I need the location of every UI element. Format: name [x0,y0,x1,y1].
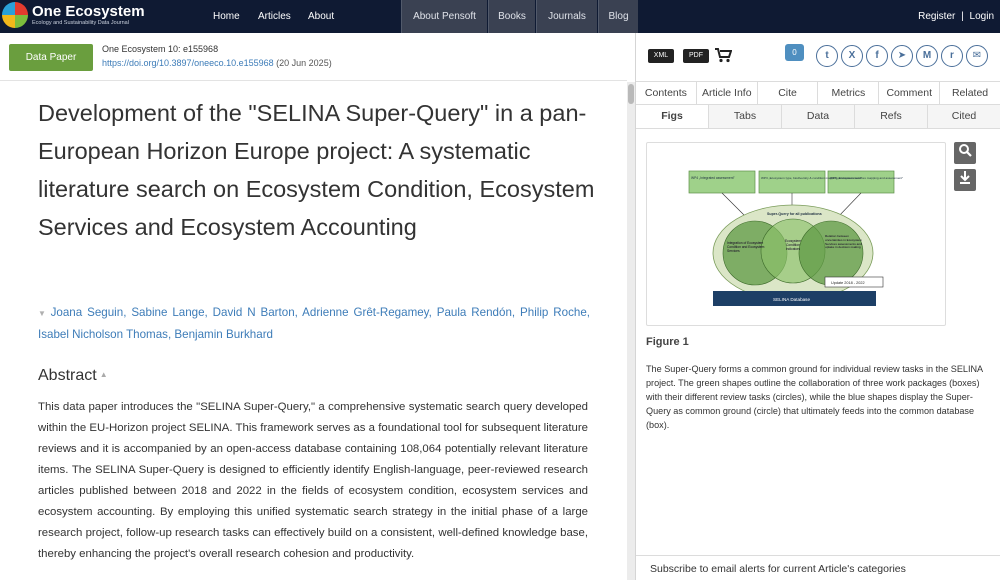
login-link[interactable]: Login [970,11,994,22]
article-body: Development of the "SELINA Super-Query" … [0,82,627,580]
scrollbar-thumb[interactable] [628,84,634,104]
reddit-icon[interactable]: r [941,45,963,67]
nav-home-link[interactable]: Home [213,0,240,33]
update-label: Update 2018 - 2022 [831,281,865,285]
nav-about-pensoft[interactable]: About Pensoft [401,0,487,33]
left-circle-label: Integration of Ecosystem Condition and E… [727,241,765,253]
nav-articles-link[interactable]: Articles [258,0,291,33]
twitter-icon[interactable]: t [816,45,838,67]
separator: | [961,11,964,22]
article-title: Development of the "SELINA Super-Query" … [38,100,595,240]
publication-date: (20 Jun 2025) [273,58,332,68]
article-header-bar: Data Paper One Ecosystem 10: e155968 htt… [0,33,627,81]
telegram-icon[interactable]: ➤ [891,45,913,67]
middle-circle-label: Ecosystem Condition indicators [784,239,802,251]
nav-journals[interactable]: Journals [536,0,597,33]
download-icon[interactable] [954,169,976,191]
tab-cited[interactable]: Cited [928,105,1000,128]
tab-refs[interactable]: Refs [855,105,928,128]
wp4-label: WP4 „Integrated assessment" [691,176,736,180]
facebook-icon[interactable]: f [866,45,888,67]
tab-comment[interactable]: Comment [879,82,941,104]
cart-icon[interactable] [714,47,733,66]
doi-link[interactable]: https://doi.org/10.3897/oneeco.10.e15596… [102,58,274,68]
tab-article-info[interactable]: Article Info [697,82,758,104]
register-link[interactable]: Register [918,11,955,22]
article-scrollbar[interactable] [627,82,635,580]
collapse-caret-icon[interactable]: ▲ [100,370,108,379]
x-icon[interactable]: X [841,45,863,67]
figure-thumbnail[interactable]: WP4 „Integrated assessment" WP3 „Ecosyst… [646,142,946,326]
subscribe-alerts[interactable]: Subscribe to email alerts for current Ar… [636,555,1000,580]
wp4-box [688,170,756,194]
tab-tabs[interactable]: Tabs [709,105,782,128]
zoom-icon[interactable] [954,142,976,164]
side-tabs-secondary: Figs Tabs Data Refs Cited [636,105,1000,129]
nav-about-link[interactable]: About [308,0,334,33]
logo-icon [2,2,28,28]
xml-download-button[interactable]: XML [648,49,674,63]
arrow-line [721,192,748,219]
tab-contents[interactable]: Contents [636,82,697,104]
journal-logo[interactable]: One Ecosystem Ecology and Sustainability… [2,2,145,28]
nav-blog[interactable]: Blog [598,0,638,33]
tab-related[interactable]: Related [940,82,1000,104]
article-type-badge[interactable]: Data Paper [9,44,93,71]
tab-cite[interactable]: Cite [758,82,819,104]
account-links: Register | Login [918,0,994,33]
wp5-label: WP5 „Ecosystem services mapping and asse… [830,176,903,180]
figure-label: Figure 1 [646,336,689,348]
logo-subtitle: Ecology and Sustainability Data Journal [32,19,129,26]
top-navigation: One Ecosystem Ecology and Sustainability… [0,0,1000,33]
authors-text[interactable]: Joana Seguin, Sabine Lange, David N Bart… [38,306,590,341]
comment-count-badge[interactable]: 0 [785,44,804,61]
wp3-box [758,170,826,194]
nav-books[interactable]: Books [488,0,535,33]
figure-diagram: WP4 „Integrated assessment" WP3 „Ecosyst… [688,170,903,306]
tab-metrics[interactable]: Metrics [818,82,880,104]
pdf-download-button[interactable]: PDF [683,49,709,63]
tab-data[interactable]: Data [782,105,855,128]
right-circle-label: Relation between uncertainties in Ecosys… [825,235,862,250]
side-tabs-primary: Contents Article Info Cite Metrics Comme… [636,81,1000,105]
email-icon[interactable]: ✉ [966,45,988,67]
wp5-box [827,170,895,194]
article-side-panel: XML PDF 0 t X f ➤ M r ✉ Contents Article… [636,33,1000,580]
doi-line: https://doi.org/10.3897/oneeco.10.e15596… [102,58,332,68]
author-list: ▼ Joana Seguin, Sabine Lange, David N Bar… [38,302,590,345]
authors-toggle-icon[interactable]: ▼ [38,309,48,318]
mendeley-icon[interactable]: M [916,45,938,67]
citation-line: One Ecosystem 10: e155968 [102,44,219,54]
figure-caption: The Super-Query forms a common ground fo… [646,364,983,430]
super-query-label: Super-Query for all publications [767,212,822,216]
database-label: SELINA Database [773,297,810,302]
logo-title: One Ecosystem [32,2,145,20]
abstract-text: This data paper introduces the "SELINA S… [38,401,588,560]
abstract-heading[interactable]: Abstract ▲ [38,367,108,385]
tab-figs[interactable]: Figs [636,105,709,128]
